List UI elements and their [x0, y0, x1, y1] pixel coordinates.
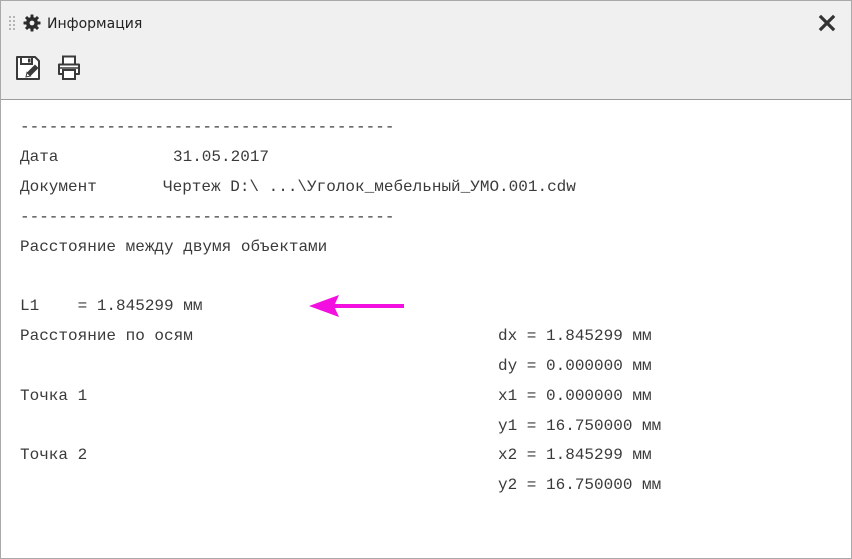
separator-bottom: ---------------------------------------	[20, 208, 395, 226]
report-area[interactable]: --------------------------------------- …	[1, 100, 851, 558]
x2-value: x2 = 1.845299 мм	[498, 446, 652, 464]
save-icon[interactable]	[14, 54, 42, 82]
date-value: 31.05.2017	[173, 148, 270, 166]
toolbar	[1, 45, 851, 100]
document-label: Документ	[20, 178, 97, 196]
drag-grip-icon[interactable]	[9, 16, 17, 32]
dx-value: dx = 1.845299 мм	[498, 327, 652, 345]
close-icon[interactable]	[813, 10, 841, 36]
point1-label: Точка 1	[20, 387, 88, 405]
print-icon[interactable]	[55, 54, 83, 82]
axes-distance-label: Расстояние по осям	[20, 327, 193, 345]
distance-l1: L1 = 1.845299 мм	[20, 297, 203, 315]
x1-value: x1 = 0.000000 мм	[498, 387, 652, 405]
pointer-arrow	[309, 295, 404, 317]
y2-value: y2 = 16.750000 мм	[498, 476, 662, 494]
separator-top: ---------------------------------------	[20, 118, 395, 136]
gear-icon	[23, 14, 41, 32]
title-bar[interactable]: Информация	[1, 1, 851, 45]
dy-value: dy = 0.000000 мм	[498, 357, 652, 375]
information-window: Информация -----------------------------…	[0, 0, 852, 559]
y1-value: y1 = 16.750000 мм	[498, 417, 662, 435]
window-title: Информация	[47, 16, 143, 32]
point2-label: Точка 2	[20, 446, 88, 464]
report-heading: Расстояние между двумя объектами	[20, 238, 328, 256]
date-label: Дата	[20, 148, 59, 166]
document-value: Чертеж D:\ ...\Уголок_мебельный_УМО.001.…	[163, 178, 576, 196]
